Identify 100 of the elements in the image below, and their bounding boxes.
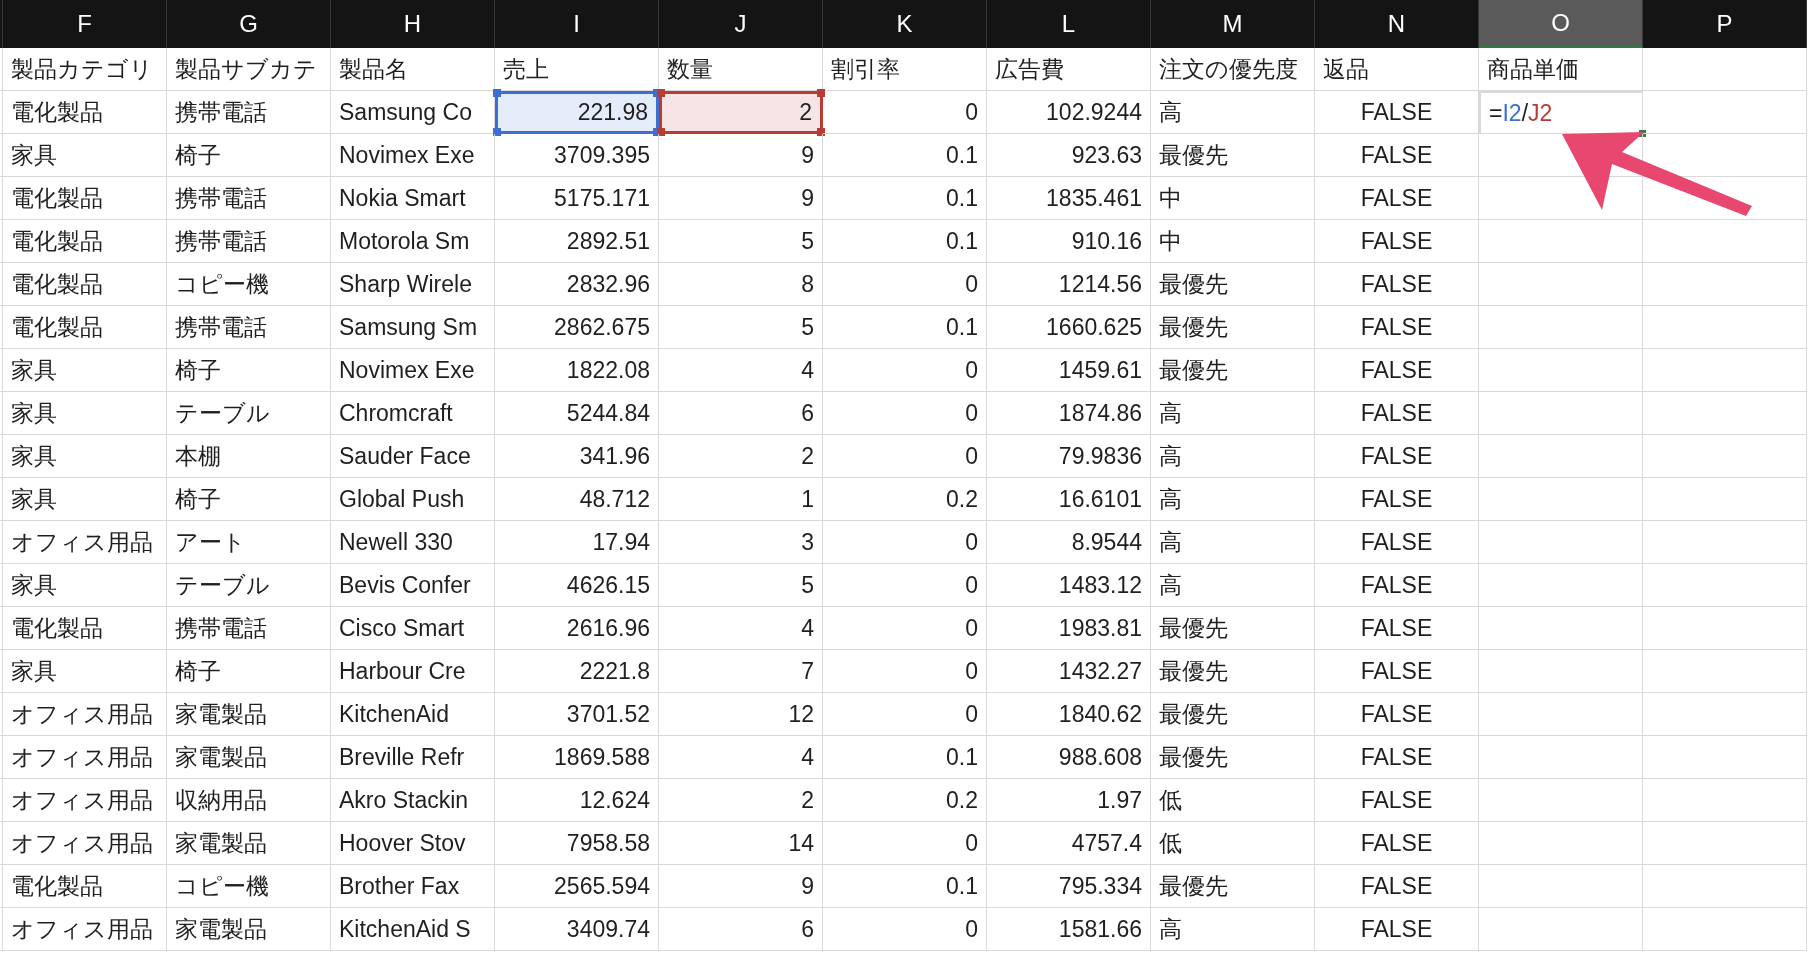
table-cell: 商品単価 [1479, 48, 1643, 91]
table-cell: 12.624 [495, 779, 659, 822]
table-cell: 1835.461 [987, 177, 1151, 220]
table-cell: 16.6101 [987, 478, 1151, 521]
table-cell: 5 [659, 306, 823, 349]
table-cell: 家具 [3, 392, 167, 435]
table-cell: 家具 [3, 650, 167, 693]
table-cell: 79.9836 [987, 435, 1151, 478]
table-cell: 1214.56 [987, 263, 1151, 306]
column-header[interactable]: G [167, 0, 331, 48]
table-cell: 14 [659, 822, 823, 865]
table-cell: 中 [1151, 220, 1315, 263]
table-cell: 1459.61 [987, 349, 1151, 392]
table-cell: 携帯電話 [167, 177, 331, 220]
table-cell: FALSE [1315, 650, 1479, 693]
column-header[interactable]: L [987, 0, 1151, 48]
table-cell: 広告費 [987, 48, 1151, 91]
column-header[interactable]: K [823, 0, 987, 48]
column-header[interactable]: N [1315, 0, 1479, 48]
table-cell: オフィス用品 [3, 736, 167, 779]
table-cell: 5175.171 [495, 177, 659, 220]
table-cell: 製品名 [331, 48, 495, 91]
table-cell: 0 [823, 263, 987, 306]
table-cell: 携帯電話 [167, 220, 331, 263]
table-cell: 0.1 [823, 177, 987, 220]
column-header[interactable]: M [1151, 0, 1315, 48]
table-cell: 製品カテゴリ [3, 48, 167, 91]
table-cell: FALSE [1315, 220, 1479, 263]
table-cell: 最優先 [1151, 865, 1315, 908]
table-cell: オフィス用品 [3, 908, 167, 951]
table-cell: 最優先 [1151, 650, 1315, 693]
table-cell: 高 [1151, 392, 1315, 435]
table-cell: 7958.58 [495, 822, 659, 865]
table-cell: 2 [659, 91, 823, 134]
table-cell: KitchenAid [331, 693, 495, 736]
table-cell: 1581.66 [987, 908, 1151, 951]
table-cell: 0 [823, 650, 987, 693]
table-cell: 8.9544 [987, 521, 1151, 564]
column-header[interactable]: F [3, 0, 167, 48]
table-cell: 椅子 [167, 349, 331, 392]
table-cell: 電化製品 [3, 865, 167, 908]
column-header[interactable]: P [1643, 0, 1807, 48]
table-cell: 0 [823, 693, 987, 736]
table-cell: 家具 [3, 564, 167, 607]
table-cell: Sauder Face [331, 435, 495, 478]
table-cell: 椅子 [167, 650, 331, 693]
table-cell: 0 [823, 822, 987, 865]
table-cell: 高 [1151, 91, 1315, 134]
table-cell: 1 [659, 478, 823, 521]
table-cell: Akro Stackin [331, 779, 495, 822]
table-cell: 0.1 [823, 306, 987, 349]
table-cell: 携帯電話 [167, 607, 331, 650]
table-cell: 椅子 [167, 134, 331, 177]
table-cell: FALSE [1315, 521, 1479, 564]
column-header[interactable]: H [331, 0, 495, 48]
table-cell: 0.1 [823, 865, 987, 908]
table-cell: アート [167, 521, 331, 564]
table-cell: 4626.15 [495, 564, 659, 607]
table-cell: 電化製品 [3, 220, 167, 263]
table-cell: 割引率 [823, 48, 987, 91]
table-cell: FALSE [1315, 306, 1479, 349]
table-cell: FALSE [1315, 134, 1479, 177]
table-cell: 中 [1151, 177, 1315, 220]
selection-handle [493, 89, 501, 97]
table-cell: 0.1 [823, 736, 987, 779]
table-cell: Hoover Stov [331, 822, 495, 865]
table-cell: 家具 [3, 435, 167, 478]
table-cell: 17.94 [495, 521, 659, 564]
table-cell: 1983.81 [987, 607, 1151, 650]
table-cell: 910.16 [987, 220, 1151, 263]
table-cell: 高 [1151, 521, 1315, 564]
table-cell: 9 [659, 177, 823, 220]
selection-handle [493, 128, 501, 136]
table-cell: 7 [659, 650, 823, 693]
table-cell: 低 [1151, 822, 1315, 865]
table-cell: Brother Fax [331, 865, 495, 908]
table-cell: 3 [659, 521, 823, 564]
table-cell: Cisco Smart [331, 607, 495, 650]
column-header[interactable]: I [495, 0, 659, 48]
table-cell: オフィス用品 [3, 521, 167, 564]
table-cell: 0 [823, 435, 987, 478]
table-cell: 0.1 [823, 220, 987, 263]
table-cell: 0 [823, 349, 987, 392]
table-cell: 最優先 [1151, 349, 1315, 392]
table-cell: FALSE [1315, 177, 1479, 220]
table-cell: 家具 [3, 478, 167, 521]
table-cell: 341.96 [495, 435, 659, 478]
table-cell: 4 [659, 736, 823, 779]
table-cell: テーブル [167, 564, 331, 607]
table-cell: FALSE [1315, 779, 1479, 822]
table-cell: 0 [823, 564, 987, 607]
table-cell: 家電製品 [167, 822, 331, 865]
table-cell: 2832.96 [495, 263, 659, 306]
table-cell: 電化製品 [3, 607, 167, 650]
column-header[interactable]: J [659, 0, 823, 48]
table-cell: 2 [659, 779, 823, 822]
table-cell: 最優先 [1151, 607, 1315, 650]
table-cell: 2221.8 [495, 650, 659, 693]
column-header[interactable]: O [1479, 0, 1643, 48]
table-cell: Novimex Exe [331, 134, 495, 177]
